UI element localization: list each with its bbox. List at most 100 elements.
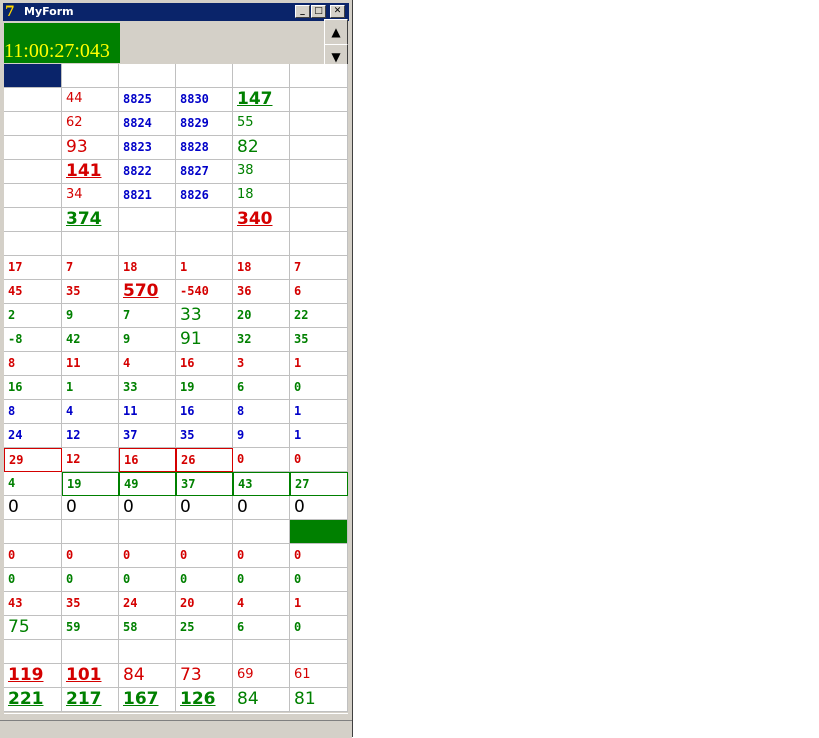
grid-cell[interactable]: 8823 [119, 136, 176, 160]
grid-cell[interactable]: 59 [62, 616, 119, 640]
grid-cell[interactable]: 24 [4, 424, 62, 448]
grid-cell[interactable] [290, 112, 348, 136]
grid-cell[interactable] [176, 520, 233, 544]
grid-cell[interactable]: 0 [233, 568, 290, 592]
grid-cell[interactable]: 35 [290, 328, 348, 352]
grid-cell[interactable]: 25 [176, 616, 233, 640]
grid-cell[interactable]: 6 [233, 616, 290, 640]
grid-cell[interactable]: 4 [119, 352, 176, 376]
grid-cell[interactable]: 61 [290, 664, 348, 688]
grid-cell[interactable]: 82 [233, 136, 290, 160]
grid-cell[interactable]: 1 [290, 400, 348, 424]
grid-cell[interactable] [233, 520, 290, 544]
grid-cell[interactable]: 141 [62, 160, 119, 184]
grid-cell[interactable] [4, 136, 62, 160]
grid-cell[interactable]: 1 [290, 592, 348, 616]
grid-cell[interactable] [4, 640, 62, 664]
grid-cell[interactable] [176, 64, 233, 88]
grid-cell[interactable]: 12 [62, 424, 119, 448]
grid-cell[interactable] [119, 520, 176, 544]
grid-cell[interactable]: 35 [176, 424, 233, 448]
grid-cell[interactable]: 36 [233, 280, 290, 304]
grid-cell[interactable]: 0 [290, 544, 348, 568]
grid-cell[interactable]: 9 [233, 424, 290, 448]
grid-cell[interactable]: 4 [4, 472, 62, 496]
grid-cell[interactable]: 42 [62, 328, 119, 352]
scroll-up-button[interactable]: ▲ [324, 19, 348, 45]
grid-cell[interactable] [233, 640, 290, 664]
grid-cell[interactable]: 0 [290, 616, 348, 640]
grid-cell[interactable]: 8825 [119, 88, 176, 112]
grid-cell[interactable]: 8 [233, 400, 290, 424]
grid-cell[interactable] [290, 520, 348, 544]
grid-cell[interactable]: 8824 [119, 112, 176, 136]
grid-cell[interactable]: 0 [4, 496, 62, 520]
grid-cell[interactable]: 18 [233, 256, 290, 280]
grid-cell[interactable]: 7 [119, 304, 176, 328]
grid-cell[interactable]: 84 [233, 688, 290, 712]
grid-cell[interactable] [290, 640, 348, 664]
grid-cell[interactable]: 26 [176, 448, 233, 472]
grid-cell[interactable]: 0 [62, 544, 119, 568]
grid-cell[interactable]: 217 [62, 688, 119, 712]
grid-cell[interactable]: 101 [62, 664, 119, 688]
grid-cell[interactable]: 2 [4, 304, 62, 328]
grid-cell[interactable]: 221 [4, 688, 62, 712]
grid-cell[interactable]: 1 [62, 376, 119, 400]
grid-cell[interactable]: 34 [62, 184, 119, 208]
grid-cell[interactable]: 55 [233, 112, 290, 136]
grid-cell[interactable]: 119 [4, 664, 62, 688]
minimize-button[interactable]: _ [295, 5, 310, 18]
grid-cell[interactable] [290, 232, 348, 256]
grid-cell[interactable]: 8 [4, 400, 62, 424]
grid-cell[interactable]: 0 [290, 448, 348, 472]
grid-cell[interactable]: 0 [4, 568, 62, 592]
grid-cell[interactable]: 4 [62, 400, 119, 424]
grid-cell[interactable]: 8822 [119, 160, 176, 184]
grid-cell[interactable]: 0 [290, 568, 348, 592]
grid-cell[interactable] [4, 208, 62, 232]
grid-cell[interactable]: 7 [290, 256, 348, 280]
grid-cell[interactable]: 93 [62, 136, 119, 160]
grid-cell[interactable] [4, 64, 62, 88]
grid-cell[interactable]: 69 [233, 664, 290, 688]
grid-cell[interactable] [119, 64, 176, 88]
grid-cell[interactable]: 0 [4, 544, 62, 568]
grid-cell[interactable]: 6 [290, 280, 348, 304]
grid-cell[interactable] [62, 232, 119, 256]
grid-cell[interactable]: -540 [176, 280, 233, 304]
grid-cell[interactable]: 32 [233, 328, 290, 352]
grid-cell[interactable]: 9 [119, 328, 176, 352]
grid-cell[interactable]: 37 [176, 472, 233, 496]
grid-cell[interactable]: 18 [119, 256, 176, 280]
grid-cell[interactable] [4, 232, 62, 256]
grid-cell[interactable]: 45 [4, 280, 62, 304]
grid-cell[interactable]: 11 [119, 400, 176, 424]
grid-cell[interactable]: 1 [176, 256, 233, 280]
app-icon[interactable]: 7 [5, 4, 21, 20]
grid-cell[interactable]: 1 [290, 352, 348, 376]
horizontal-scrollbar[interactable] [4, 713, 348, 720]
grid-cell[interactable]: 62 [62, 112, 119, 136]
grid-cell[interactable]: 0 [233, 448, 290, 472]
grid-cell[interactable] [176, 208, 233, 232]
grid-cell[interactable] [4, 160, 62, 184]
grid-cell[interactable]: 340 [233, 208, 290, 232]
grid-cell[interactable]: 8 [4, 352, 62, 376]
grid-cell[interactable] [119, 640, 176, 664]
grid-cell[interactable]: 0 [176, 496, 233, 520]
grid-cell[interactable]: 19 [176, 376, 233, 400]
grid-cell[interactable]: 75 [4, 616, 62, 640]
grid-cell[interactable]: 35 [62, 280, 119, 304]
grid-cell[interactable]: 8821 [119, 184, 176, 208]
grid-cell[interactable]: 16 [119, 448, 176, 472]
grid-cell[interactable]: 16 [4, 376, 62, 400]
maximize-button[interactable]: □ [311, 5, 326, 18]
grid-cell[interactable]: 43 [233, 472, 290, 496]
grid-cell[interactable]: 126 [176, 688, 233, 712]
grid-cell[interactable]: 20 [233, 304, 290, 328]
grid-cell[interactable] [290, 184, 348, 208]
grid-cell[interactable]: 0 [233, 496, 290, 520]
grid-cell[interactable]: 11 [62, 352, 119, 376]
grid-cell[interactable] [119, 232, 176, 256]
